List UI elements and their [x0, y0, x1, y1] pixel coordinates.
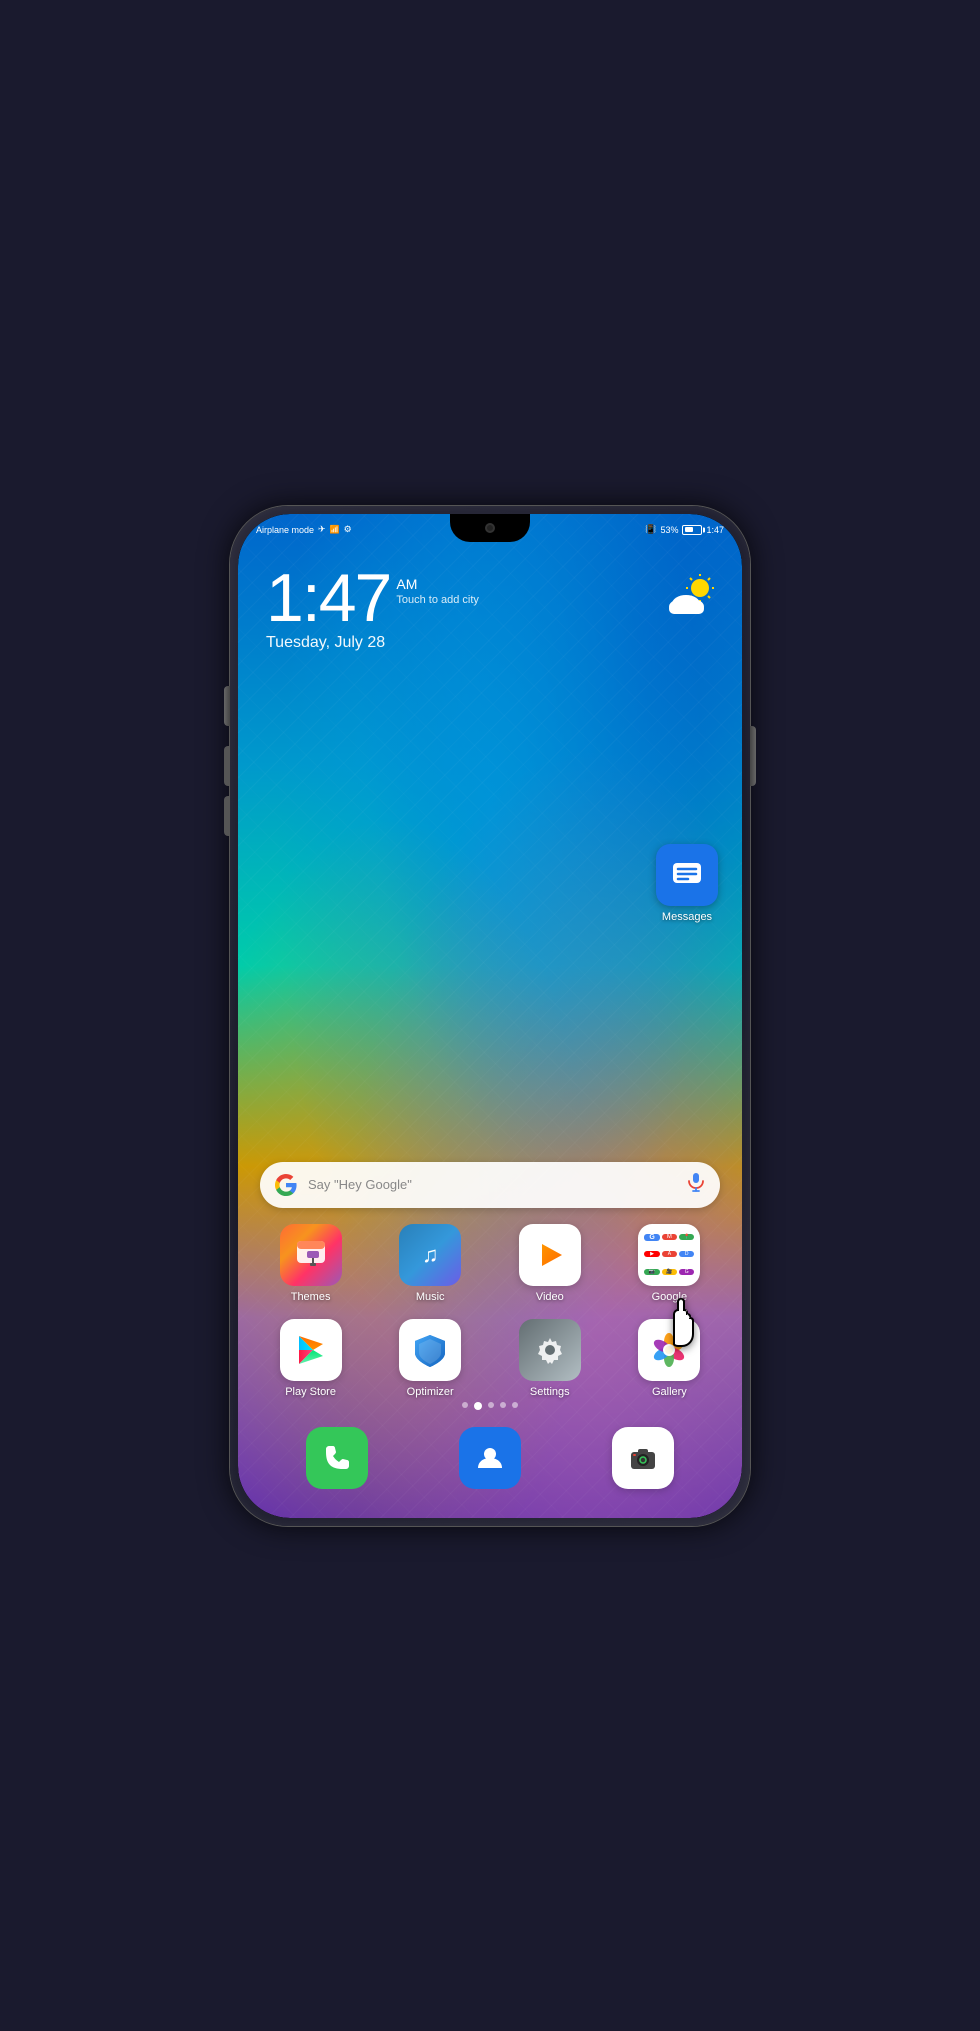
- camera-icon: [612, 1427, 674, 1489]
- app-item-playstore[interactable]: Play Store: [260, 1319, 361, 1398]
- dock-camera[interactable]: [612, 1427, 674, 1489]
- dock-phone[interactable]: [306, 1427, 368, 1489]
- messages-app[interactable]: Messages: [656, 844, 718, 923]
- search-bar[interactable]: Say "Hey Google": [260, 1162, 720, 1208]
- app-row-2: Play Store: [260, 1319, 720, 1398]
- phone-icon: [306, 1427, 368, 1489]
- gallery-icon: [638, 1319, 700, 1381]
- mic-icon[interactable]: [686, 1172, 706, 1198]
- page-indicators: [238, 1402, 742, 1410]
- app-grid: Themes ♫ Music: [260, 1224, 720, 1398]
- airplane-mode-label: Airplane mode: [256, 525, 314, 535]
- page-dot-3[interactable]: [488, 1402, 494, 1408]
- dock: [260, 1418, 720, 1498]
- clock-date: Tuesday, July 28: [266, 634, 479, 652]
- status-time: 1:47: [706, 525, 724, 535]
- svg-text:♫: ♫: [422, 1242, 439, 1267]
- themes-icon: [280, 1224, 342, 1286]
- search-placeholder: Say "Hey Google": [308, 1177, 686, 1192]
- phone-frame: Airplane mode ✈ 📶 ⚙ 📳 53% 1:47: [230, 506, 750, 1526]
- contacts-icon: [459, 1427, 521, 1489]
- status-right: 📳 53% 1:47: [645, 524, 724, 535]
- app-item-themes[interactable]: Themes: [260, 1224, 361, 1303]
- optimizer-label: Optimizer: [407, 1386, 454, 1398]
- messages-icon: [656, 844, 718, 906]
- vibrate-icon: 📳: [645, 524, 656, 535]
- battery-icon: [682, 525, 702, 535]
- settings-icon: [519, 1319, 581, 1381]
- battery-percent: 53%: [660, 525, 678, 535]
- settings-label: Settings: [530, 1386, 570, 1398]
- settings-status-icon: ⚙: [344, 524, 352, 535]
- music-icon: ♫: [399, 1224, 461, 1286]
- page-dot-1[interactable]: [462, 1402, 468, 1408]
- page-dot-2[interactable]: [474, 1402, 482, 1410]
- app-item-music[interactable]: ♫ Music: [380, 1224, 481, 1303]
- app-item-optimizer[interactable]: Optimizer: [380, 1319, 481, 1398]
- music-label: Music: [416, 1291, 445, 1303]
- playstore-icon: [280, 1319, 342, 1381]
- messages-icon-svg: [670, 858, 704, 892]
- google-folder-icon: G M 📍 ▶ A D 📷 🎥 G: [638, 1224, 700, 1286]
- google-label: Google: [652, 1291, 687, 1303]
- notch: [450, 514, 530, 542]
- clock-ampm: AM: [396, 576, 479, 593]
- weather-widget[interactable]: [666, 574, 718, 623]
- app-item-settings[interactable]: Settings: [499, 1319, 600, 1398]
- clock-add-city: Touch to add city: [396, 594, 479, 606]
- page-dot-5[interactable]: [512, 1402, 518, 1408]
- optimizer-icon: [399, 1319, 461, 1381]
- front-camera: [485, 523, 495, 533]
- app-item-google[interactable]: G M 📍 ▶ A D 📷 🎥 G Google: [619, 1224, 720, 1303]
- airplane-icon: ✈: [318, 524, 326, 535]
- app-row-1: Themes ♫ Music: [260, 1224, 720, 1303]
- screen: Airplane mode ✈ 📶 ⚙ 📳 53% 1:47: [238, 514, 742, 1518]
- app-item-video[interactable]: Video: [499, 1224, 600, 1303]
- clock-widget[interactable]: 1:47 AM Touch to add city Tuesday, July …: [266, 564, 479, 652]
- weather-icon: [666, 574, 718, 623]
- gallery-label: Gallery: [652, 1386, 687, 1398]
- video-label: Video: [536, 1291, 564, 1303]
- video-icon: [519, 1224, 581, 1286]
- themes-label: Themes: [291, 1291, 331, 1303]
- google-logo: [274, 1173, 298, 1197]
- playstore-label: Play Store: [285, 1386, 336, 1398]
- messages-label: Messages: [662, 911, 712, 923]
- dock-contacts[interactable]: [459, 1427, 521, 1489]
- status-left: Airplane mode ✈ 📶 ⚙: [256, 524, 352, 535]
- signal-icon: 📶: [330, 525, 340, 534]
- app-item-gallery[interactable]: Gallery: [619, 1319, 720, 1398]
- page-dot-4[interactable]: [500, 1402, 506, 1408]
- clock-time-display: 1:47: [266, 564, 390, 632]
